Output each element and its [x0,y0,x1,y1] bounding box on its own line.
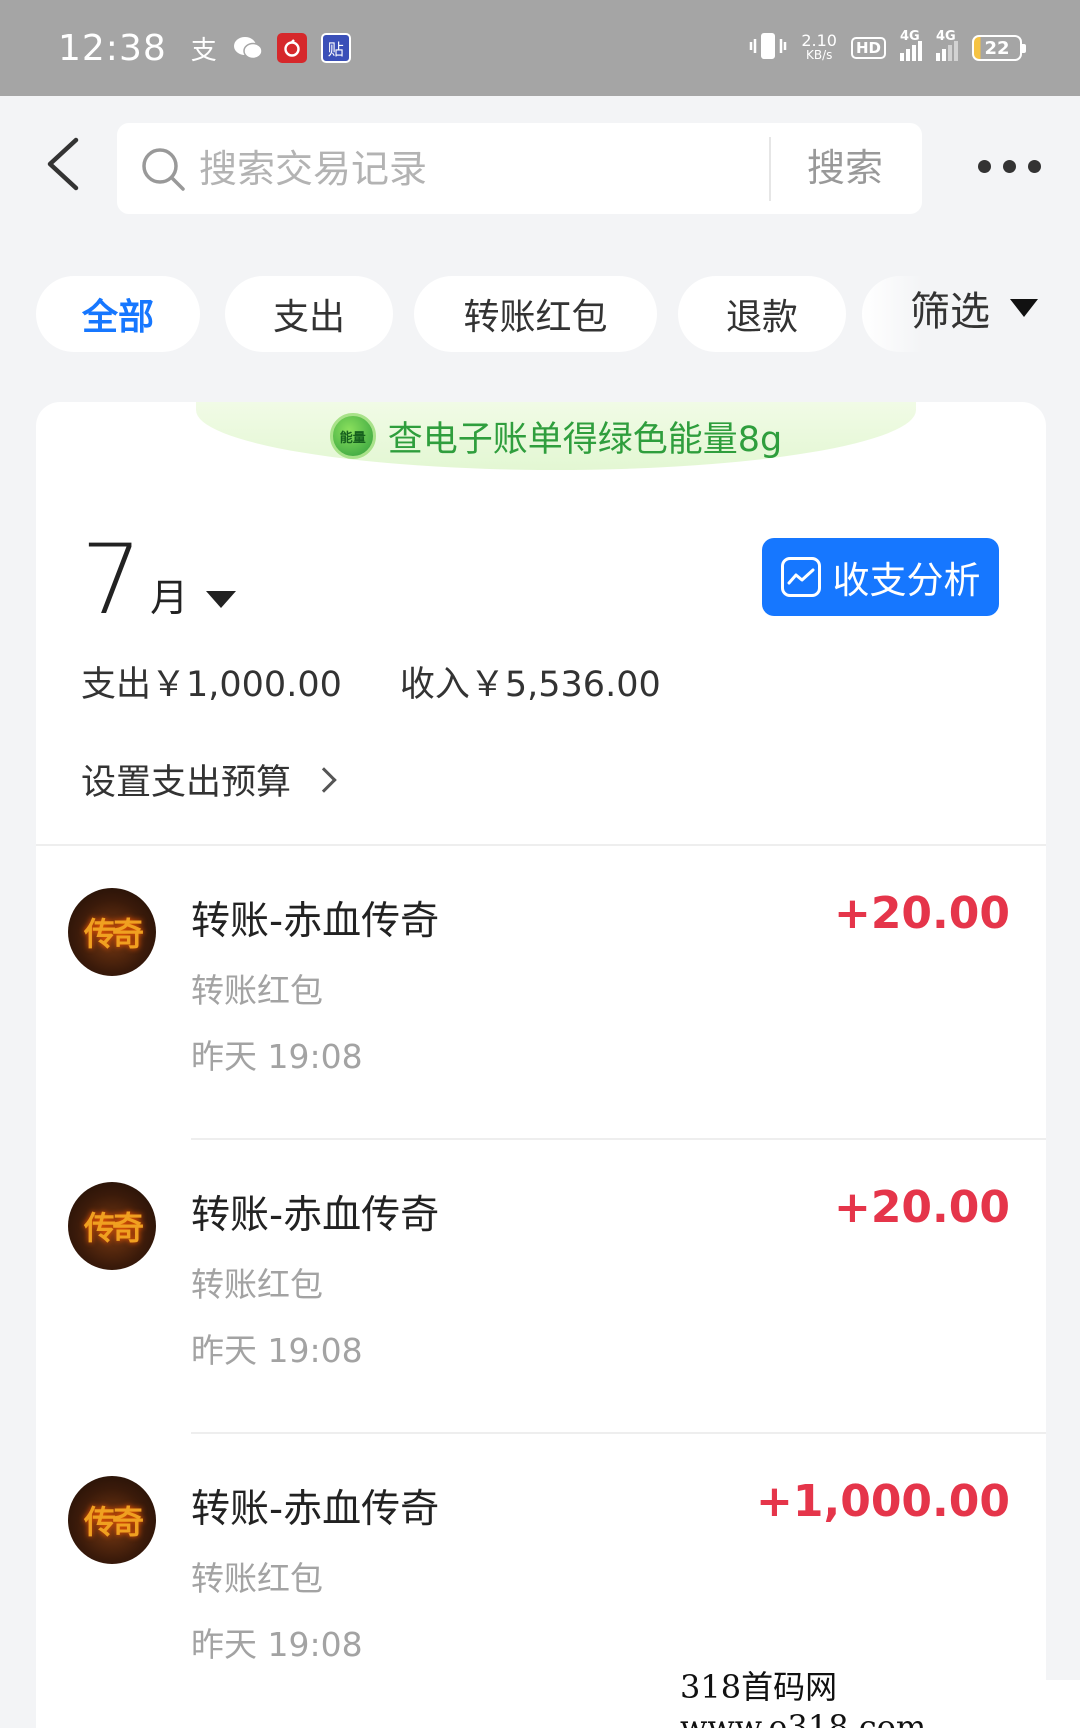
transaction-amount: +20.00 [833,1182,1010,1233]
more-dot-icon [978,160,991,173]
avatar-logo-text: 传奇 [83,915,144,953]
energy-banner[interactable]: 能量 查电子账单得绿色能量8g [196,402,916,470]
search-box: 搜索 [117,123,922,214]
status-time: 12:38 [58,27,167,69]
battery-icon: 22 [972,35,1026,61]
transaction-row[interactable]: 传奇 转账-赤血传奇 转账红包 昨天 19:08 +20.00 [36,846,1046,1140]
network-speed-unit: KB/s [805,48,833,62]
transaction-category: 转账红包 [191,1559,323,1598]
netease-music-icon [276,33,307,63]
sim2-signal-icon: 4G [936,29,958,61]
status-bar: 12:38 支 贴 2.10 KB/s HD 4G 4G 22 [0,0,1080,96]
chip-refund[interactable]: 退款 [678,276,846,352]
trend-chart-icon [780,557,821,597]
search-input[interactable] [199,146,749,191]
month-unit: 月 [150,576,189,620]
search-button[interactable]: 搜索 [807,123,883,214]
energy-banner-text: 查电子账单得绿色能量8g [387,419,783,460]
search-header: 搜索 [0,96,1080,244]
transaction-time: 昨天 19:08 [191,1625,363,1664]
green-energy-icon: 能量 [329,413,376,459]
month-number: 7 [81,524,143,636]
income-expense-analysis-button[interactable]: 收支分析 [762,538,999,616]
chip-transfer-redpacket[interactable]: 转账红包 [414,276,657,352]
transaction-title: 转账-赤血传奇 [191,1487,440,1532]
filter-chips: 全部 支出 转账红包 退款 筛选 [0,276,1080,352]
hd-voice-icon: HD [850,37,886,59]
analysis-label: 收支分析 [832,559,981,602]
avatar-logo-text: 传奇 [83,1503,144,1541]
transaction-category: 转账红包 [191,971,323,1010]
more-options-button[interactable] [978,160,1041,173]
bill-card: 能量 查电子账单得绿色能量8g 7 月 收支分析 支出￥1,000.00 收入￥… [36,402,1046,1728]
chip-expense[interactable]: 支出 [225,276,393,352]
month-selector[interactable]: 7 月 [81,524,237,636]
watermark: 318首码网 www.e318.com [680,1668,1080,1728]
network-speed: 2.10 KB/s [801,33,837,63]
expense-total: 支出￥1,000.00 [81,665,342,705]
chevron-right-icon [311,766,337,793]
caret-down-icon [1010,299,1038,317]
chip-all[interactable]: 全部 [36,276,200,352]
transaction-time: 昨天 19:08 [191,1037,363,1076]
transaction-amount: +20.00 [833,888,1010,939]
sim1-signal-icon: 4G [900,29,922,61]
search-divider [769,137,771,201]
merchant-avatar: 传奇 [68,1182,156,1270]
notification-icons: 支 贴 [189,33,351,66]
tieba-icon: 贴 [320,33,351,63]
income-total: 收入￥5,536.00 [399,665,661,705]
network-speed-value: 2.10 [801,31,837,50]
transaction-amount: +1,000.00 [756,1476,1010,1527]
month-summary: 支出￥1,000.00 收入￥5,536.00 [81,656,661,707]
sim2-network-type: 4G [936,29,956,44]
transaction-row[interactable]: 传奇 转账-赤血传奇 转账红包 昨天 19:08 +20.00 [36,1140,1046,1434]
wechat-icon [233,33,263,63]
filter-label: 筛选 [910,289,990,335]
back-button[interactable] [42,136,88,192]
transaction-category: 转账红包 [191,1265,323,1304]
transaction-time: 昨天 19:08 [191,1331,363,1370]
merchant-avatar: 传奇 [68,1476,156,1564]
avatar-logo-text: 传奇 [83,1209,144,1247]
caret-down-icon [206,591,237,608]
merchant-avatar: 传奇 [68,888,156,976]
sim1-network-type: 4G [900,29,920,44]
budget-label: 设置支出预算 [81,763,292,803]
transaction-title: 转账-赤血传奇 [191,899,440,944]
more-dot-icon [1028,160,1041,173]
chevron-left-icon [47,137,79,191]
system-status-icons: 2.10 KB/s HD 4G 4G 22 [749,29,1026,65]
set-budget-link[interactable]: 设置支出预算 [81,754,337,805]
alipay-icon: 支 [190,35,217,66]
filter-button[interactable]: 筛选 [910,276,1038,340]
search-icon [139,145,187,193]
transaction-title: 转账-赤血传奇 [191,1193,440,1238]
vibrate-icon [749,31,787,65]
more-dot-icon [1003,160,1016,173]
